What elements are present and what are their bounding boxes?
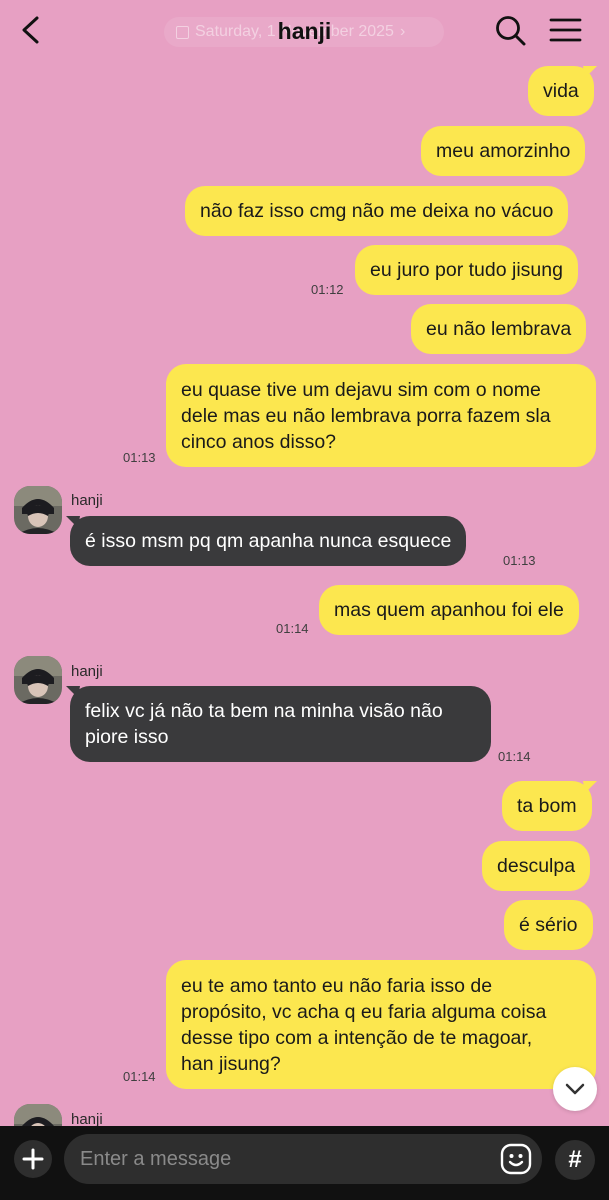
hashtag-button[interactable]: # [555, 1140, 595, 1180]
outgoing-message[interactable]: mas quem apanhou foi ele [319, 585, 579, 635]
message-line: propósito, vc acha q eu faria alguma coi… [181, 1001, 547, 1023]
incoming-message[interactable]: felix vc já não ta bem na minha visão nã… [70, 686, 491, 762]
message-line: cinco anos disso? [181, 431, 337, 453]
sender-name: hanji [71, 492, 103, 509]
message-time: 01:13 [503, 553, 536, 568]
message-line: eu quase tive um dejavu sim com o nome [181, 379, 541, 401]
chevron-down-icon [565, 1083, 585, 1095]
outgoing-message[interactable]: eu não lembrava [411, 304, 587, 354]
bubble-tail [583, 781, 597, 793]
outgoing-message[interactable]: eu quase tive um dejavu sim com o nome d… [166, 364, 596, 467]
outgoing-message[interactable]: é sério [504, 900, 593, 950]
outgoing-message[interactable]: ta bom [502, 781, 592, 831]
emoji-button[interactable] [499, 1142, 533, 1176]
search-icon [496, 16, 526, 46]
message-time: 01:14 [276, 621, 309, 636]
avatar[interactable] [14, 486, 62, 534]
message-time: 01:13 [123, 450, 156, 465]
message-time: 01:14 [123, 1069, 156, 1084]
outgoing-message[interactable]: eu te amo tanto eu não faria isso de pro… [166, 960, 596, 1089]
avatar-image [14, 656, 62, 704]
sender-name: hanji [71, 663, 103, 680]
incoming-message[interactable]: é isso msm pq qm apanha nunca esquece [70, 516, 467, 566]
search-button[interactable] [492, 12, 528, 48]
scroll-to-bottom-button[interactable] [553, 1067, 597, 1111]
outgoing-message[interactable]: meu amorzinho [421, 126, 586, 176]
outgoing-message[interactable]: não faz isso cmg não me deixa no vácuo [185, 186, 569, 236]
message-time: 01:12 [311, 282, 344, 297]
bubble-tail [583, 66, 597, 78]
message-input[interactable] [64, 1134, 542, 1184]
outgoing-message[interactable]: eu juro por tudo jisung [355, 245, 578, 295]
message-line: piore isso [85, 726, 169, 748]
message-time: 01:14 [498, 749, 531, 764]
avatar[interactable] [14, 656, 62, 704]
message-line: desse tipo com a intenção de te magoar, [181, 1027, 533, 1049]
emoji-icon [500, 1143, 532, 1175]
composer-bar: # [0, 1126, 609, 1200]
plus-icon [22, 1148, 44, 1170]
message-line: han jisung? [181, 1053, 281, 1075]
outgoing-message[interactable]: desculpa [482, 841, 591, 891]
message-line: dele mas eu não lembrava porra fazem sla [181, 405, 551, 427]
chat-header: Saturday, 1 November 2025 › hanji [0, 0, 609, 62]
hamburger-menu-icon [549, 18, 582, 42]
menu-button[interactable] [546, 12, 586, 48]
add-attachment-button[interactable] [14, 1140, 52, 1178]
avatar-image [14, 486, 62, 534]
message-line: eu te amo tanto eu não faria isso de [181, 975, 493, 997]
message-line: felix vc já não ta bem na minha visão nã… [85, 700, 443, 722]
